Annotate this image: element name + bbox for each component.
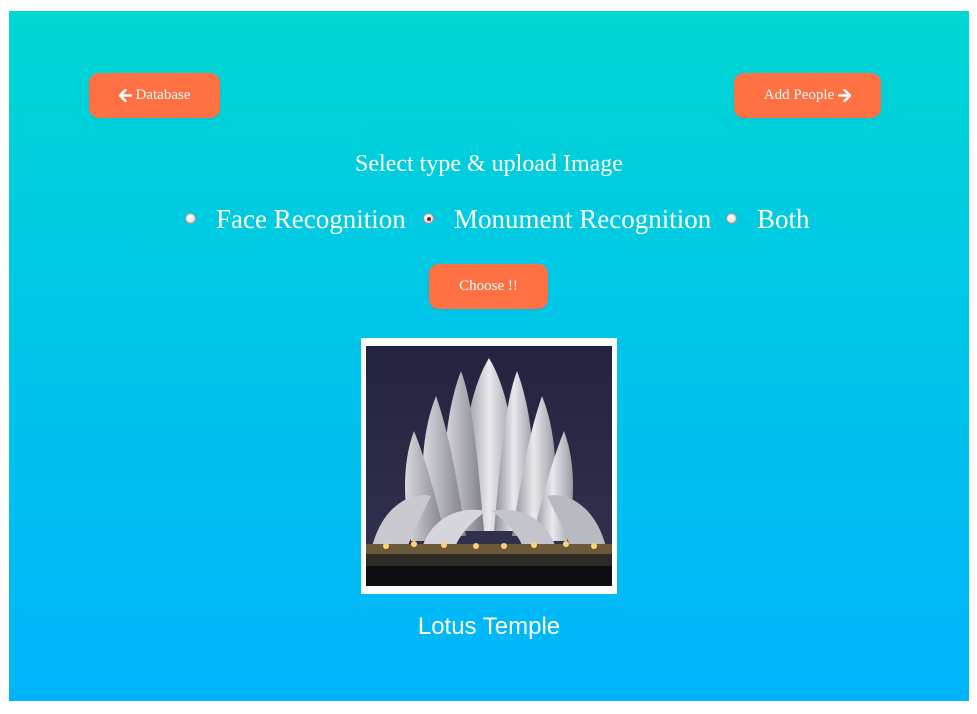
- recognition-type-group: Face Recognition Monument Recognition Bo…: [9, 201, 969, 237]
- database-button[interactable]: Database: [89, 73, 220, 118]
- choose-image-button[interactable]: Choose !!: [429, 264, 548, 309]
- radio-label-monument-recognition[interactable]: Monument Recognition: [454, 201, 711, 237]
- radio-monument-recognition[interactable]: [423, 213, 434, 224]
- radio-label-both[interactable]: Both: [757, 201, 810, 237]
- radio-label-face-recognition[interactable]: Face Recognition: [216, 201, 406, 237]
- uploaded-image: [366, 346, 612, 586]
- arrow-left-icon: [118, 89, 132, 102]
- database-button-label: Database: [135, 87, 191, 103]
- recognition-result-caption: Lotus Temple: [417, 613, 561, 640]
- add-people-button-label: Add People: [763, 87, 835, 103]
- app-background: Database Add People Select type & upload…: [9, 11, 969, 701]
- radio-both[interactable]: [726, 213, 737, 224]
- add-people-button[interactable]: Add People: [734, 73, 881, 118]
- radio-face-recognition[interactable]: [185, 213, 196, 224]
- arrow-right-icon: [838, 89, 852, 102]
- page-heading: Select type & upload Image: [355, 151, 623, 177]
- uploaded-image-frame: [361, 338, 617, 594]
